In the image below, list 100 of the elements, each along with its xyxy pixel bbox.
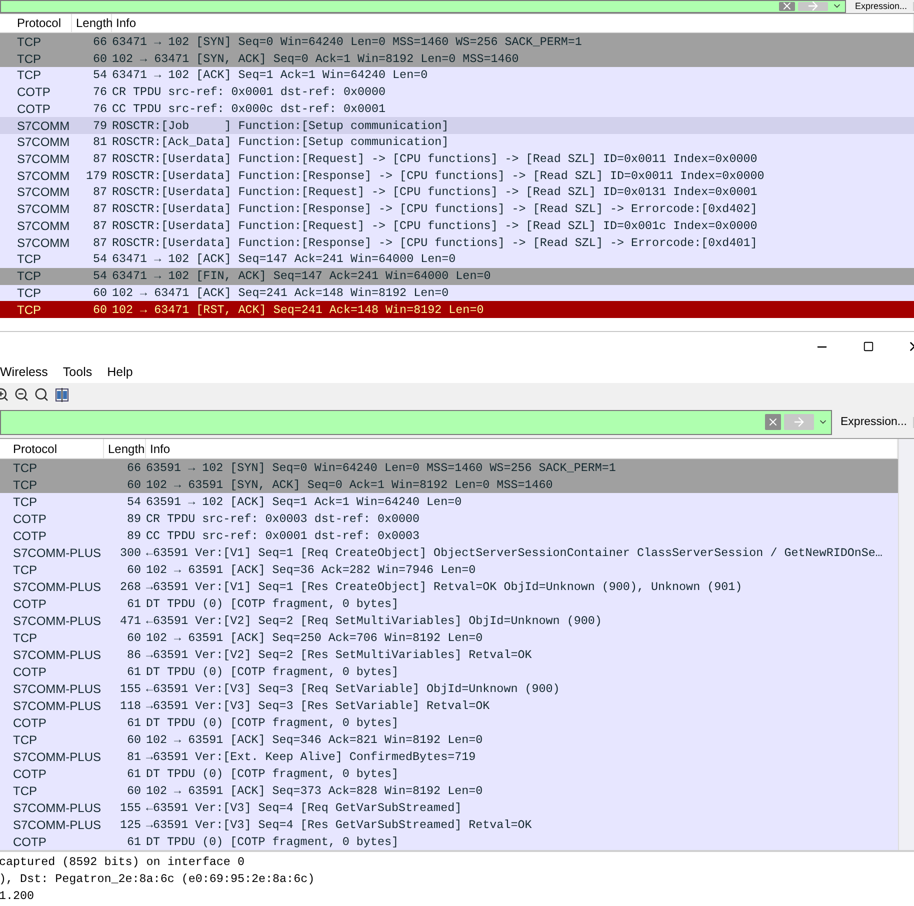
packet-row[interactable]: S7COMM-PLUS 471 ←63591 Ver:[V2] Seq=2 [Req SetMultiVariables] ObjId=Unknown (900) <box>0 612 898 630</box>
packet-row[interactable]: TCP 66 63471 → 102 [SYN] Seq=0 Win=64240 Len=0 MSS=1460 WS=256 SACK_PERM=1 <box>0 33 914 50</box>
packet-row[interactable]: S7COMM 81 ROSCTR:[Ack_Data] Function:[Setup communication] <box>0 134 914 151</box>
packet-row[interactable]: TCP 66 63591 → 102 [SYN] Seq=0 Win=64240 Len=0 MSS=1460 WS=256 SACK_PERM=1 <box>0 459 898 476</box>
packet-row[interactable]: S7COMM-PLUS 300 ←63591 Ver:[V1] Seq=1 [Req CreateObject] ObjectServerSessionContainer ClassServerSession / GetNewRIDOnSe… <box>0 544 898 562</box>
packet-row[interactable]: S7COMM 79 ROSCTR:[Job ] Function:[Setup communication] <box>0 117 914 134</box>
packet-row[interactable]: TCP 60 102 → 63591 [ACK] Seq=346 Ack=821 Win=8192 Len=0 <box>0 731 898 748</box>
packet-row[interactable]: S7COMM 87 ROSCTR:[Userdata] Function:[Request] -> [CPU functions] -> [Read SZL] ID=0x001c Index=0x0000 <box>0 218 914 234</box>
packet-row[interactable]: TCP 60 102 → 63591 [ACK] Seq=250 Ack=706 Win=8192 Len=0 <box>0 629 898 646</box>
info-cell-text: ROSCTR:[Userdata] Function:[Response] -> [CPU functions] -> [Read SZL] -> Errorcode:[0xd401] <box>112 236 758 250</box>
menu-item[interactable]: Help <box>107 365 133 380</box>
column-header[interactable]: Protocol <box>0 439 104 458</box>
info-cell-text: →63591 Ver:[V3] Seq=4 [Res GetVarSubStreamed] Retval=OK <box>146 818 533 832</box>
packet-row[interactable]: COTP 89 CR TPDU src-ref: 0x0003 dst-ref: 0x0000 <box>0 510 898 528</box>
protocol-cell-text: COTP <box>16 102 52 116</box>
packet-row[interactable]: S7COMM 87 ROSCTR:[Userdata] Function:[Response] -> [CPU functions] -> [Read SZL] -> Errorcode:[0xd401] <box>0 234 914 252</box>
packet-row[interactable]: TCP 54 63471 → 102 [ACK] Seq=1 Ack=1 Win=64240 Len=0 <box>0 66 914 84</box>
protocol-cell-text: S7COMM-PLUS <box>12 698 102 713</box>
packet-row[interactable]: COTP 61 DT TPDU (0) [COTP fragment, 0 bytes] <box>0 833 898 850</box>
packet-row[interactable]: TCP 60 102 → 63591 [SYN, ACK] Seq=0 Ack=1 Win=8192 Len=0 MSS=1460 <box>0 476 898 494</box>
length-cell-text: 61 <box>126 834 142 849</box>
packet-row[interactable]: S7COMM-PLUS 118 →63591 Ver:[V3] Seq=3 [Res SetVariable] Retval=OK <box>0 697 898 714</box>
packet-row[interactable]: COTP 61 DT TPDU (0) [COTP fragment, 0 bytes] <box>0 765 898 782</box>
info-cell-text: DT TPDU (0) [COTP fragment, 0 bytes] <box>146 596 400 611</box>
info-cell-text: ←63591 Ver:[V3] Seq=4 [Req GetVarSubStreamed] <box>146 800 463 815</box>
expression-button[interactable]: Expression... <box>848 2 914 11</box>
column-header[interactable]: Length <box>104 439 146 458</box>
length-cell-text: 54 <box>92 68 108 82</box>
protocol-cell-text: S7COMM-PLUS <box>12 546 102 560</box>
packet-row[interactable]: S7COMM 87 ROSCTR:[Userdata] Function:[Request] -> [CPU functions] -> [Read SZL] ID=0x0131 Index=0x0001 <box>0 184 914 201</box>
packet-row[interactable]: COTP 89 CC TPDU src-ref: 0x0001 dst-ref: 0x0003 <box>0 527 898 544</box>
clear-icon[interactable] <box>764 414 781 430</box>
column-header[interactable]: Length <box>72 14 112 32</box>
protocol-cell-text: S7COMM-PLUS <box>12 818 102 832</box>
length-cell-text: 61 <box>126 596 142 611</box>
length-cell-text: 60 <box>126 630 142 645</box>
length-cell-text: 60 <box>126 732 142 747</box>
packet-row[interactable]: TCP 54 63471 → 102 [ACK] Seq=147 Ack=241 Win=64000 Len=0 <box>0 251 914 268</box>
clear-icon[interactable] <box>778 2 795 11</box>
protocol-cell-text: TCP <box>12 630 38 645</box>
scrollbar[interactable] <box>898 439 914 850</box>
length-cell-text: 81 <box>126 750 142 764</box>
column-header[interactable]: Info <box>112 14 914 32</box>
protocol-cell-text: TCP <box>16 68 42 82</box>
packet-row[interactable]: COTP 61 DT TPDU (0) [COTP fragment, 0 bytes] <box>0 595 898 612</box>
packet-row[interactable]: TCP 60 102 → 63471 [RST, ACK] Seq=241 Ack=148 Win=8192 Len=0 <box>0 301 914 318</box>
packet-row[interactable]: S7COMM-PLUS 125 →63591 Ver:[V3] Seq=4 [Res GetVarSubStreamed] Retval=OK <box>0 816 898 834</box>
protocol-cell-text: S7COMM <box>16 118 71 133</box>
search-icon[interactable] <box>34 387 49 402</box>
packet-row[interactable]: TCP 60 102 → 63591 [ACK] Seq=373 Ack=828 Win=8192 Len=0 <box>0 782 898 800</box>
column-header[interactable]: Protocol <box>0 14 72 32</box>
menu-item[interactable]: Wireless <box>0 365 48 380</box>
packet-row[interactable]: TCP 60 102 → 63471 [SYN, ACK] Seq=0 Ack=1 Win=8192 Len=0 MSS=1460 <box>0 50 914 67</box>
length-cell-text: 87 <box>92 236 108 250</box>
detail-line: 1.200 <box>0 889 36 906</box>
packet-row[interactable]: S7COMM-PLUS 86 →63591 Ver:[V2] Seq=2 [Res SetMultiVariables] Retval=OK <box>0 646 898 664</box>
info-cell-text: ROSCTR:[Userdata] Function:[Response] -> [CPU functions] -> [Read SZL] ID=0x0011 Index=0x0000 <box>112 168 766 183</box>
packet-row[interactable]: TCP 54 63471 → 102 [FIN, ACK] Seq=147 Ack=241 Win=64000 Len=0 <box>0 268 914 284</box>
info-cell-text: 63471 → 102 [ACK] Seq=1 Ack=1 Win=64240 Len=0 <box>112 68 429 82</box>
zoom-out-icon[interactable] <box>14 387 29 402</box>
length-cell-text: 155 <box>118 800 142 815</box>
packet-row[interactable]: S7COMM-PLUS 268 →63591 Ver:[V1] Seq=1 [Res CreateObject] Retval=OK ObjId=Unknown (900), Unknown (901) <box>0 578 898 596</box>
length-cell-text: 61 <box>126 766 142 781</box>
info-cell-text: ROSCTR:[Userdata] Function:[Request] -> [CPU functions] -> [Read SZL] ID=0x0131 Index=0x0001 <box>112 185 758 200</box>
info-cell-text: 102 → 63591 [ACK] Seq=250 Ack=706 Win=8192 Len=0 <box>146 630 484 645</box>
packet-row[interactable]: S7COMM-PLUS 81 →63591 Ver:[Ext. Keep Alive] ConfirmedBytes=719 <box>0 748 898 766</box>
length-cell-text: 61 <box>126 716 142 730</box>
protocol-cell-text: S7COMM-PLUS <box>12 614 102 628</box>
protocol-cell-text: COTP <box>12 512 48 526</box>
packet-row[interactable]: TCP 54 63591 → 102 [ACK] Seq=1 Ack=1 Win=64240 Len=0 <box>0 493 898 510</box>
length-cell-text: 60 <box>92 302 108 317</box>
menu-item[interactable]: Tools <box>62 365 92 380</box>
length-cell-text: 86 <box>126 648 142 662</box>
protocol-cell-text: TCP <box>16 34 42 49</box>
protocol-cell-text: COTP <box>12 834 48 849</box>
packet-row[interactable]: COTP 61 DT TPDU (0) [COTP fragment, 0 bytes] <box>0 663 898 680</box>
protocol-cell-text: COTP <box>12 528 48 543</box>
packet-row[interactable]: S7COMM-PLUS 155 ←63591 Ver:[V3] Seq=3 [Req SetVariable] ObjId=Unknown (900) <box>0 680 898 698</box>
protocol-cell-text: TCP <box>12 732 38 747</box>
detail-line: ), Dst: Pegatron_2e:8a:6c (e0:69:95:2e:8a:6c) <box>0 872 316 888</box>
info-cell-text: 63471 → 102 [ACK] Seq=147 Ack=241 Win=64000 Len=0 <box>112 252 457 266</box>
info-cell-text: ROSCTR:[Userdata] Function:[Request] -> [CPU functions] -> [Read SZL] ID=0x0011 Index=0x0000 <box>112 152 758 166</box>
packet-row[interactable]: COTP 76 CC TPDU src-ref: 0x000c dst-ref: 0x0001 <box>0 100 914 118</box>
packet-row[interactable]: COTP 61 DT TPDU (0) [COTP fragment, 0 bytes] <box>0 714 898 732</box>
packet-row[interactable]: COTP 76 CR TPDU src-ref: 0x0001 dst-ref: 0x0000 <box>0 84 914 100</box>
packet-row[interactable]: TCP 60 102 → 63591 [ACK] Seq=36 Ack=282 Win=7946 Len=0 <box>0 561 898 578</box>
protocol-cell-text: COTP <box>12 596 48 611</box>
expression-button[interactable]: Expression... <box>834 416 914 428</box>
packet-row[interactable]: S7COMM 87 ROSCTR:[Userdata] Function:[Request] -> [CPU functions] -> [Read SZL] ID=0x0011 Index=0x0000 <box>0 150 914 168</box>
packet-row[interactable]: S7COMM-PLUS 155 ←63591 Ver:[V3] Seq=4 [Req GetVarSubStreamed] <box>0 799 898 816</box>
packet-row[interactable]: TCP 60 102 → 63471 [ACK] Seq=241 Ack=148 Win=8192 Len=0 <box>0 284 914 302</box>
protocol-cell-text: S7COMM <box>16 218 71 233</box>
length-cell-text: 118 <box>118 698 142 713</box>
protocol-cell-text: COTP <box>16 85 52 100</box>
protocol-cell-text: COTP <box>12 716 48 730</box>
packet-row[interactable]: S7COMM 87 ROSCTR:[Userdata] Function:[Response] -> [CPU functions] -> [Read SZL] -> Errorcode:[0xd402] <box>0 200 914 218</box>
packet-row[interactable]: S7COMM 179 ROSCTR:[Userdata] Function:[Response] -> [CPU functions] -> [Read SZL] ID=0x0011 Index=0x0000 <box>0 167 914 184</box>
resize-columns-icon[interactable] <box>54 386 70 403</box>
protocol-cell-text: TCP <box>12 494 38 509</box>
length-cell-text: 155 <box>118 682 142 696</box>
